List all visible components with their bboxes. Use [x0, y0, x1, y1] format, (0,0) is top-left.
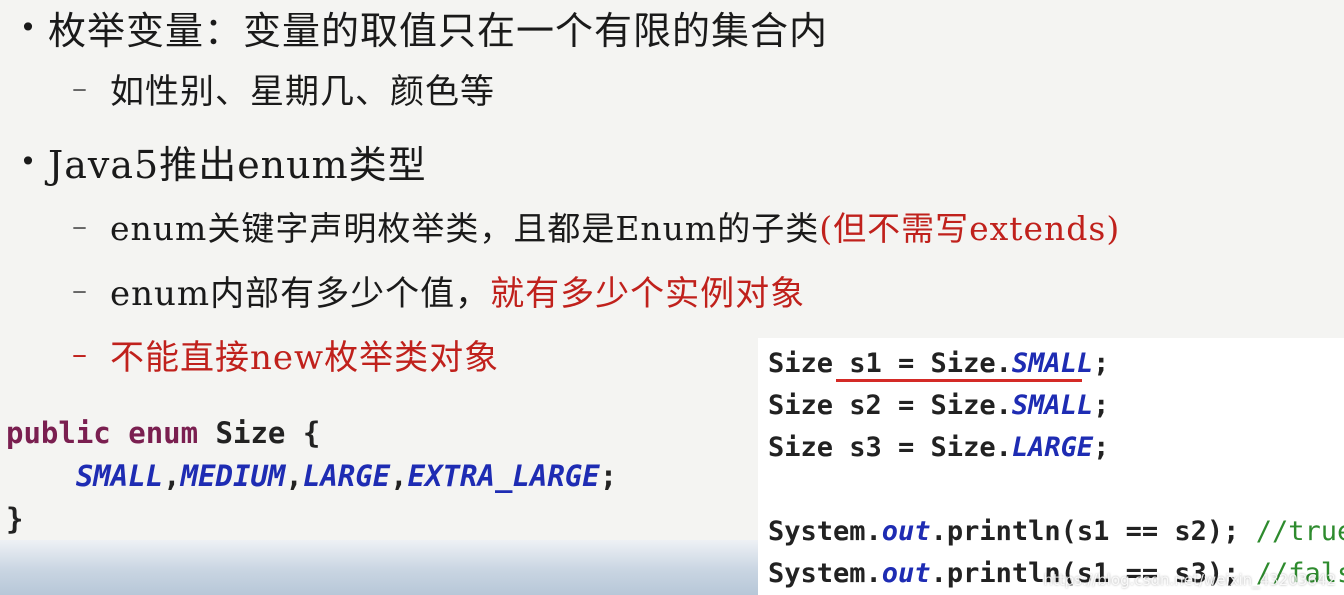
sub-text: enum关键字声明枚举类，且都是Enum的子类(但不需写extends)	[110, 202, 1120, 250]
bullet-java5-enum: • Java5推出enum类型	[8, 134, 427, 189]
code-close-brace: }	[6, 502, 24, 536]
code-constant: SMALL	[1011, 390, 1094, 421]
dash-marker: –	[72, 208, 87, 244]
sub-item-examples: – 如性别、星期几、颜色等	[72, 64, 495, 113]
code-text: System.	[768, 516, 882, 547]
code-field: out	[881, 516, 931, 547]
code-text: System.	[768, 558, 882, 589]
code-text: ;	[1093, 390, 1110, 421]
code-line: System.out.println(s1 == s2); //true	[768, 511, 1344, 553]
dash-marker: –	[72, 337, 87, 372]
sub-item-enum-keyword: – enum关键字声明枚举类，且都是Enum的子类(但不需写extends)	[72, 202, 1120, 250]
sub-text-main: enum内部有多少个值，	[110, 274, 491, 314]
decorative-band	[0, 540, 758, 595]
code-separator: ,	[285, 459, 303, 493]
code-constant: MEDIUM	[180, 459, 286, 493]
sub-text: enum内部有多少个值，就有多少个实例对象	[110, 266, 805, 315]
sub-item-instances: – enum内部有多少个值，就有多少个实例对象	[72, 266, 805, 315]
enum-code-block: public enum Size { SMALL,MEDIUM,LARGE,EX…	[6, 412, 617, 541]
sub-text: 如性别、星期几、颜色等	[110, 72, 495, 112]
code-constant: LARGE	[302, 459, 391, 493]
code-text: Size s2 = Size.	[768, 390, 1012, 421]
slide: • 枚举变量：变量的取值只在一个有限的集合内 – 如性别、星期几、颜色等 • J…	[0, 0, 1344, 595]
code-text: ;	[1093, 432, 1110, 463]
watermark: https://blog.csdn.net/weixin_43203642	[1043, 571, 1336, 589]
bullet-text: Java5推出enum类型	[48, 143, 427, 187]
code-separator: ,	[163, 459, 181, 493]
code-line: Size s2 = Size.SMALL;	[768, 385, 1344, 427]
code-keyword: enum	[128, 416, 199, 450]
dash-marker: –	[72, 273, 87, 308]
code-text: .println(s1 == s2);	[930, 516, 1256, 547]
sub-text-main: enum关键字声明枚举类，且都是Enum的子类	[110, 209, 820, 248]
code-line: }	[6, 498, 617, 541]
code-separator: ,	[390, 459, 408, 493]
bullet-text: 枚举变量：变量的取值只在一个有限的集合内	[48, 9, 829, 53]
code-constant: EXTRA_LARGE	[407, 459, 600, 493]
code-line: Size s1 = Size.SMALL;	[768, 343, 1344, 385]
code-text: Size s3 = Size.	[768, 432, 1012, 463]
code-keyword: public	[6, 416, 111, 450]
code-comment: //true	[1255, 516, 1344, 547]
sub-text-red: 就有多少个实例对象	[490, 274, 806, 314]
dash-marker: –	[72, 71, 87, 106]
bullet-dot: •	[19, 11, 37, 44]
code-terminator: ;	[599, 459, 618, 493]
code-constant: SMALL	[75, 459, 164, 493]
code-line: Size s3 = Size.LARGE;	[768, 427, 1344, 469]
bullet-dot: •	[19, 145, 37, 178]
code-constant: LARGE	[1011, 432, 1094, 463]
sub-text-red: (但不需写extends)	[819, 209, 1121, 248]
code-constant: SMALL	[1011, 348, 1094, 379]
bullet-enum-variable: • 枚举变量：变量的取值只在一个有限的集合内	[8, 0, 828, 55]
code-text: Size s1 = Size.	[768, 348, 1012, 379]
sub-text: 不能直接new枚举类对象	[110, 338, 500, 378]
usage-code-block: Size s1 = Size.SMALL; Size s2 = Size.SMAL…	[768, 343, 1344, 595]
sub-item-no-new: – 不能直接new枚举类对象	[72, 330, 499, 379]
code-line: SMALL,MEDIUM,LARGE,EXTRA_LARGE;	[6, 455, 617, 498]
code-text: ;	[1093, 348, 1110, 379]
code-line: public enum Size {	[6, 412, 617, 455]
code-field: out	[881, 558, 931, 589]
code-type-name: Size {	[215, 416, 321, 450]
